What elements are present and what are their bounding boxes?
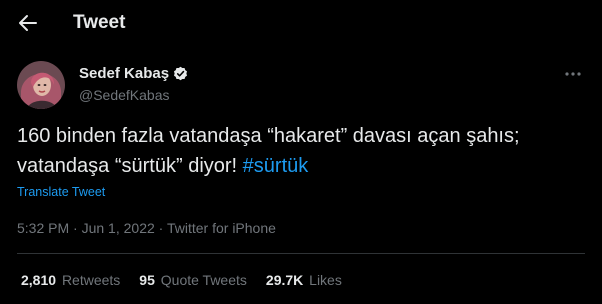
tweet-time[interactable]: 5:32 PM	[17, 220, 69, 236]
retweets-label: Retweets	[61, 272, 121, 288]
author-handle[interactable]: @SedefKabas	[79, 85, 170, 105]
quote-tweets-label: Quote Tweets	[160, 272, 247, 288]
quote-tweets-count: 95	[139, 272, 155, 288]
meta-separator: ·	[154, 220, 167, 236]
arrow-left-icon	[19, 15, 37, 31]
likes-label: Likes	[309, 272, 342, 288]
verified-badge-icon	[173, 66, 188, 81]
likes-count: 29.7K	[265, 272, 304, 288]
engagement-stats: 2,810 Retweets 95 Quote Tweets 29.7K Likes	[21, 271, 361, 289]
page-title: Tweet	[73, 12, 126, 33]
likes-stat[interactable]: 29.7K Likes	[266, 271, 342, 289]
retweets-count: 2,810	[21, 272, 57, 288]
more-options-button[interactable]	[561, 64, 585, 84]
more-dots-icon	[565, 72, 581, 76]
author-name[interactable]: Sedef Kabaş	[79, 64, 169, 84]
translate-tweet-link[interactable]: Translate Tweet	[17, 184, 105, 200]
tweet-date[interactable]: Jun 1, 2022	[82, 220, 155, 236]
divider	[17, 253, 585, 254]
meta-separator: ·	[69, 220, 82, 236]
hashtag-link[interactable]: #sürtük	[243, 155, 309, 177]
quote-tweets-stat[interactable]: 95 Quote Tweets	[139, 271, 247, 289]
tweet-text: 160 binden fazla vatandaşa “hakaret” dav…	[17, 121, 577, 181]
avatar[interactable]	[17, 61, 65, 109]
top-bar: Tweet	[0, 0, 602, 46]
back-button[interactable]	[14, 9, 42, 37]
tweet-meta: 5:32 PM · Jun 1, 2022 · Twitter for iPho…	[17, 218, 276, 238]
retweets-stat[interactable]: 2,810 Retweets	[21, 271, 120, 289]
tweet-source[interactable]: Twitter for iPhone	[167, 220, 276, 236]
